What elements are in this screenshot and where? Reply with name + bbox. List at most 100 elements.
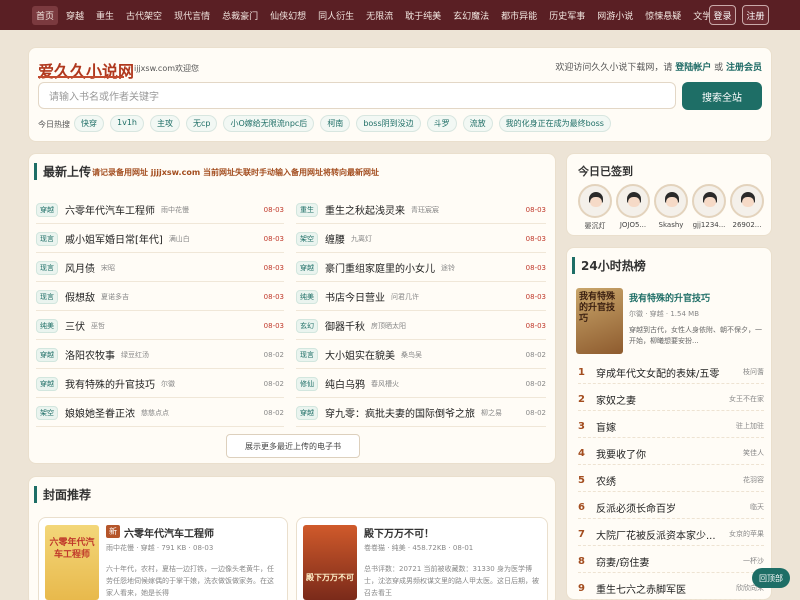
nav-item-6[interactable]: 仙侠幻想 xyxy=(266,6,310,25)
checkin-user[interactable]: 26902... xyxy=(728,184,766,229)
site-logo[interactable]: 爱久久小说网 xyxy=(38,58,134,82)
book-title[interactable]: 娘娘她圣眷正浓 xyxy=(65,405,135,420)
list-item[interactable]: 3 盲嫁 驻上加驻 xyxy=(578,415,764,438)
category-badge[interactable]: 穿越 xyxy=(296,405,318,420)
show-more-button[interactable]: 展示更多最近上传的电子书 xyxy=(226,434,360,458)
author-name[interactable]: 途铃 xyxy=(441,263,526,273)
category-badge[interactable]: 现言 xyxy=(296,347,318,362)
checkin-user[interactable]: JOJO5... xyxy=(614,184,652,229)
category-badge[interactable]: 架空 xyxy=(296,231,318,246)
author-name[interactable]: 问君几许 xyxy=(391,292,526,302)
category-badge[interactable]: 穿越 xyxy=(36,202,58,217)
hot-book-title[interactable]: 大院厂花被反派资本家少... xyxy=(596,527,729,542)
nav-item-12[interactable]: 历史军事 xyxy=(545,6,589,25)
category-badge[interactable]: 穿越 xyxy=(36,347,58,362)
cover-image-2[interactable]: 殿下万万不可 xyxy=(303,525,357,600)
nav-item-2[interactable]: 重生 xyxy=(92,6,118,25)
nav-item-8[interactable]: 无限流 xyxy=(362,6,397,25)
hot-author[interactable]: 女王不在家 xyxy=(729,394,764,404)
hot-tag[interactable]: 小O嫁给无限流npc后 xyxy=(223,115,315,132)
hot-book-title[interactable]: 我要收了你 xyxy=(596,446,743,461)
hot-book-title[interactable]: 重生七六之赤脚军医 xyxy=(596,581,736,596)
hot-author[interactable]: 驻上加驻 xyxy=(736,421,764,431)
hot-book-title[interactable]: 反派必须长命百岁 xyxy=(596,500,750,515)
hot-book-title[interactable]: 农绣 xyxy=(596,473,743,488)
hot-author[interactable]: 女京的苹果 xyxy=(729,529,764,539)
book-title[interactable]: 我有特殊的升官技巧 xyxy=(65,376,155,391)
table-row[interactable]: 重生 重生之秋起浅灵来 青珏宸宸 08-03 xyxy=(296,196,546,224)
nav-item-3[interactable]: 古代架空 xyxy=(122,6,166,25)
category-badge[interactable]: 重生 xyxy=(296,202,318,217)
book-title[interactable]: 风月债 xyxy=(65,260,95,275)
hot-author[interactable]: 笑佳人 xyxy=(743,448,764,458)
list-item[interactable]: 2 家奴之妻 女王不在家 xyxy=(578,388,764,411)
cover-book-title-1[interactable]: 六零年代汽车工程师 xyxy=(124,525,214,540)
author-name[interactable]: 夏诺多吉 xyxy=(101,292,264,302)
hot-author[interactable]: 花羽容 xyxy=(743,475,764,485)
list-item[interactable]: 4 我要收了你 笑佳人 xyxy=(578,442,764,465)
category-badge[interactable]: 玄幻 xyxy=(296,318,318,333)
search-button[interactable]: 搜索全站 xyxy=(682,82,762,110)
book-title[interactable]: 重生之秋起浅灵来 xyxy=(325,202,405,217)
hot-book-title[interactable]: 盲嫁 xyxy=(596,419,736,434)
back-to-top-button[interactable]: 回顶部 xyxy=(752,568,790,588)
nav-item-11[interactable]: 都市异能 xyxy=(497,6,541,25)
category-badge[interactable]: 修仙 xyxy=(296,376,318,391)
table-row[interactable]: 穿越 豪门重组家庭里的小女儿 途铃 08-03 xyxy=(296,254,546,282)
book-title[interactable]: 洛阳农牧事 xyxy=(65,347,115,362)
table-row[interactable]: 穿越 六零年代汽车工程师 雨中花慢 08-03 xyxy=(36,196,284,224)
register-link[interactable]: 注册会员 xyxy=(726,63,762,73)
table-row[interactable]: 架空 娘娘她圣眷正浓 慈慈点点 08-02 xyxy=(36,399,284,427)
nav-item-9[interactable]: 耽于纯美 xyxy=(401,6,445,25)
hot-author[interactable]: 枝问蓍 xyxy=(743,367,764,377)
cover-image-1[interactable]: 六零年代汽车工程师 xyxy=(45,525,99,600)
author-name[interactable]: 绿豆红汤 xyxy=(121,350,264,360)
hot-book-title[interactable]: 穿成年代文女配的表妹/五零 xyxy=(596,365,743,380)
book-title[interactable]: 纯白乌鸦 xyxy=(325,376,365,391)
book-title[interactable]: 三伏 xyxy=(65,318,85,333)
table-row[interactable]: 纯美 三伏 巫哲 08-03 xyxy=(36,312,284,340)
hot-tag[interactable]: boss阴到没边 xyxy=(356,115,421,132)
hot-tag[interactable]: 无cp xyxy=(185,115,218,132)
nav-item-1[interactable]: 穿越 xyxy=(62,6,88,25)
hot-top-title[interactable]: 我有特殊的升官技巧 xyxy=(629,291,710,304)
author-name[interactable]: 柳之易 xyxy=(481,408,526,418)
author-name[interactable]: 春风槽火 xyxy=(371,379,526,389)
author-name[interactable]: 桑鸟吴 xyxy=(401,350,526,360)
checkin-user[interactable]: 晏沉灯 xyxy=(576,184,614,231)
book-title[interactable]: 戚小姐军婚日常[年代] xyxy=(65,231,163,246)
hot-tag[interactable]: 主攻 xyxy=(149,115,180,132)
book-title[interactable]: 六零年代汽车工程师 xyxy=(65,202,155,217)
hot-book-title[interactable]: 窃妻/窃住妻 xyxy=(596,554,743,569)
nav-item-14[interactable]: 惊悚悬疑 xyxy=(641,6,685,25)
category-badge[interactable]: 穿越 xyxy=(36,376,58,391)
book-title[interactable]: 穿九零：疯批夫妻的国际倒爷之旅 xyxy=(325,405,475,420)
nav-item-13[interactable]: 网游小说 xyxy=(593,6,637,25)
hot-tag[interactable]: 快穿 xyxy=(74,115,104,132)
author-name[interactable]: 房顶晒太阳 xyxy=(371,321,526,331)
cover-book-title-2[interactable]: 殿下万万不可！ xyxy=(364,525,434,540)
book-title[interactable]: 御器千秋 xyxy=(325,318,365,333)
category-badge[interactable]: 纯美 xyxy=(36,318,58,333)
author-name[interactable]: 尔徽 xyxy=(161,379,264,389)
hot-tag[interactable]: 流放 xyxy=(462,115,493,132)
book-title[interactable]: 缠腰 xyxy=(325,231,345,246)
search-input[interactable]: 请输入书名或作者关键字 xyxy=(38,82,676,109)
register-button[interactable]: 注册 xyxy=(742,5,769,25)
category-badge[interactable]: 架空 xyxy=(36,405,58,420)
hot-tag[interactable]: 1v1h xyxy=(110,115,144,132)
list-item[interactable]: 7 大院厂花被反派资本家少... 女京的苹果 xyxy=(578,523,764,546)
category-badge[interactable]: 现言 xyxy=(36,289,58,304)
category-badge[interactable]: 穿越 xyxy=(296,260,318,275)
author-name[interactable]: 慈慈点点 xyxy=(141,408,264,418)
list-item[interactable]: 6 反派必须长命百岁 临天 xyxy=(578,496,764,519)
category-badge[interactable]: 现言 xyxy=(36,260,58,275)
table-row[interactable]: 玄幻 御器千秋 房顶晒太阳 08-03 xyxy=(296,312,546,340)
hot-author[interactable]: 临天 xyxy=(750,502,764,512)
list-item[interactable]: 5 农绣 花羽容 xyxy=(578,469,764,492)
nav-item-7[interactable]: 同人衍生 xyxy=(314,6,358,25)
hot-tag[interactable]: 柯南 xyxy=(320,115,351,132)
table-row[interactable]: 穿越 我有特殊的升官技巧 尔徽 08-02 xyxy=(36,370,284,398)
table-row[interactable]: 现言 假想敌 夏诺多吉 08-03 xyxy=(36,283,284,311)
checkin-user[interactable]: gjj1234... xyxy=(690,184,728,229)
